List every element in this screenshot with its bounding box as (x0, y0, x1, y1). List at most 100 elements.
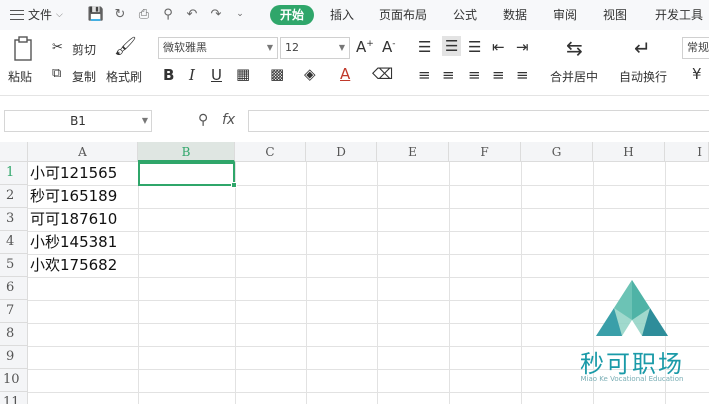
gridline (28, 208, 709, 209)
row-header-11[interactable]: 11 (0, 392, 28, 404)
cell-a3[interactable]: 可可187610 (30, 208, 117, 231)
row-header-5[interactable]: 5 (0, 254, 28, 277)
increase-font-icon[interactable]: A+ (356, 38, 374, 56)
row-header-9[interactable]: 9 (0, 346, 28, 369)
column-header-f[interactable]: F (449, 142, 521, 162)
cell-reference: B1 (70, 114, 86, 128)
mountain-logo-icon (596, 280, 668, 336)
watermark-logo: 秒可职场 Miao Ke Vocational Education (572, 278, 692, 388)
row-header-8[interactable]: 8 (0, 323, 28, 346)
align-bottom-icon[interactable]: ☰ (468, 38, 481, 56)
row-header-3[interactable]: 3 (0, 208, 28, 231)
redo-icon[interactable]: ↷ (208, 5, 224, 23)
font-name-select[interactable]: 微软雅黑 ▼ (158, 37, 278, 59)
clear-format-icon[interactable]: ⌫ (372, 65, 393, 83)
undo-icon[interactable]: ↶ (184, 5, 200, 23)
row-header-6[interactable]: 6 (0, 277, 28, 300)
column-header-b[interactable]: B (138, 142, 235, 162)
number-format-value: 常规 (687, 41, 709, 54)
align-top-icon[interactable]: ☰ (418, 38, 431, 56)
copy-button[interactable]: 复制 (72, 68, 96, 85)
insert-function-button[interactable]: fx (222, 112, 235, 128)
row-header-1[interactable]: 1 (0, 162, 28, 185)
justify-icon[interactable]: ≡ (492, 66, 505, 84)
wrap-text-button[interactable]: 自动换行 (619, 68, 667, 85)
bold-button[interactable]: B (163, 66, 174, 84)
decrease-indent-icon[interactable]: ⇤ (492, 38, 505, 56)
formula-input[interactable] (248, 110, 709, 132)
gridline (28, 231, 709, 232)
ribbon: 粘贴 ✂ 剪切 ⧉ 复制 🖌 格式刷 微软雅黑 ▼ 12 ▼ A+ A- B I… (0, 30, 709, 96)
export-icon[interactable]: ↻ (112, 5, 128, 23)
cell-a1[interactable]: 小可121565 (30, 162, 117, 185)
row-header-2[interactable]: 2 (0, 185, 28, 208)
paste-label[interactable]: 粘贴 (8, 68, 32, 85)
tab-insert[interactable]: 插入 (330, 5, 354, 25)
print-preview-icon[interactable]: ⚲ (160, 5, 176, 23)
gridline (138, 162, 139, 404)
cell-a5[interactable]: 小欢175682 (30, 254, 117, 277)
align-center-icon[interactable]: ≡ (442, 66, 455, 84)
column-header-g[interactable]: G (521, 142, 593, 162)
column-header-a[interactable]: A (28, 142, 138, 162)
tab-developer[interactable]: 开发工具 (655, 5, 703, 25)
print-icon[interactable]: ⎙ (136, 5, 152, 23)
hamburger-icon (10, 9, 24, 20)
align-left-icon[interactable]: ≡ (418, 66, 431, 84)
file-menu[interactable]: 文件 ⌵ (10, 6, 63, 23)
gridline (306, 162, 307, 404)
align-middle-icon[interactable]: ☰ (442, 36, 462, 56)
merge-center-button[interactable]: 合并居中 (550, 68, 598, 85)
tab-home[interactable]: 开始 (270, 5, 315, 25)
tab-view[interactable]: 视图 (603, 5, 627, 25)
align-right-icon[interactable]: ≡ (468, 66, 481, 84)
distributed-icon[interactable]: ≡ (516, 66, 529, 84)
cell-a2[interactable]: 秒可165189 (30, 185, 117, 208)
gridline (28, 185, 709, 186)
active-cell-b1[interactable] (138, 162, 237, 188)
fill-handle[interactable] (231, 182, 237, 188)
zoom-icon[interactable]: ⚲ (198, 112, 208, 128)
increase-indent-icon[interactable]: ⇥ (516, 38, 529, 56)
font-size-select[interactable]: 12 ▼ (280, 37, 350, 59)
column-header-i[interactable]: I (665, 142, 709, 162)
format-painter-button[interactable]: 格式刷 (106, 68, 142, 85)
font-name-value: 微软雅黑 (163, 41, 207, 54)
gridline (28, 254, 709, 255)
font-size-value: 12 (285, 41, 299, 54)
decrease-font-icon[interactable]: A- (382, 38, 396, 56)
row-header-10[interactable]: 10 (0, 369, 28, 392)
cut-button[interactable]: 剪切 (72, 41, 96, 58)
column-header-h[interactable]: H (593, 142, 665, 162)
name-box[interactable]: B1 ▼ (4, 110, 152, 132)
tab-formulas[interactable]: 公式 (453, 5, 477, 25)
customize-icon[interactable]: ⌄ (232, 5, 248, 23)
font-color-icon[interactable]: A (340, 65, 350, 83)
tab-data[interactable]: 数据 (503, 5, 527, 25)
gridline (235, 162, 236, 404)
border-icon[interactable]: ▦ (236, 65, 250, 83)
row-header-4[interactable]: 4 (0, 231, 28, 254)
column-header-c[interactable]: C (235, 142, 306, 162)
gridline (449, 162, 450, 404)
cell-style-icon[interactable]: ▩ (270, 65, 284, 83)
row-header-7[interactable]: 7 (0, 300, 28, 323)
cell-a4[interactable]: 小秒145381 (30, 231, 117, 254)
select-all-corner[interactable] (0, 142, 28, 162)
save-icon[interactable]: 💾 (88, 5, 104, 23)
italic-button[interactable]: I (189, 66, 195, 84)
copy-icon: ⧉ (52, 66, 62, 81)
number-format-select[interactable]: 常规 (682, 37, 709, 59)
paste-button[interactable] (12, 36, 40, 62)
fill-color-icon[interactable]: ◈ (304, 65, 316, 83)
gridline (377, 162, 378, 404)
chevron-down-icon: ⌵ (56, 9, 63, 20)
format-painter-icon: 🖌 (114, 36, 137, 57)
underline-button[interactable]: U (211, 66, 222, 84)
column-header-d[interactable]: D (306, 142, 377, 162)
column-header-e[interactable]: E (377, 142, 449, 162)
tab-review[interactable]: 审阅 (553, 5, 577, 25)
tab-page-layout[interactable]: 页面布局 (379, 5, 427, 25)
currency-button[interactable]: ¥ (692, 65, 702, 83)
wrap-text-icon: ↵ (634, 36, 651, 60)
